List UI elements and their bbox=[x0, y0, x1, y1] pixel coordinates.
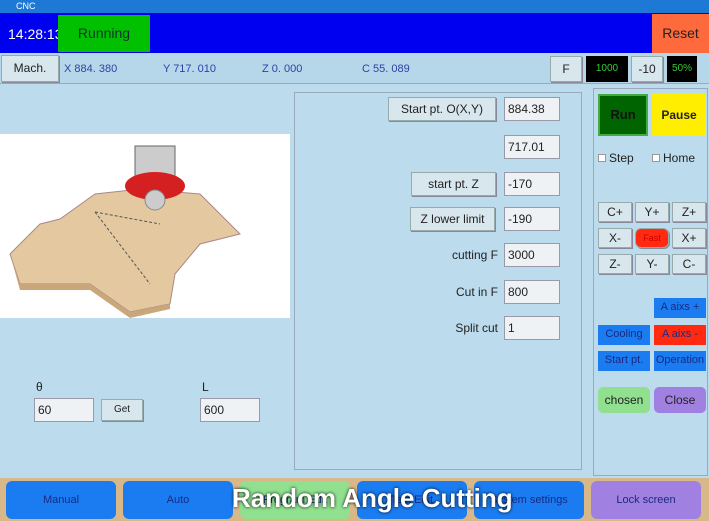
nav-tab[interactable]: Manual bbox=[6, 481, 116, 519]
step-label: Step bbox=[609, 151, 634, 165]
control-panel bbox=[593, 88, 708, 476]
param-input[interactable]: 1 bbox=[504, 316, 560, 340]
theta-label: θ bbox=[36, 380, 43, 394]
jog-button[interactable]: Z+ bbox=[672, 202, 706, 222]
checkbox-icon bbox=[598, 154, 606, 162]
nav-tab[interactable]: Auto bbox=[123, 481, 233, 519]
a-axis-minus-button[interactable]: A aixs - bbox=[654, 325, 706, 345]
param-label: Cut in F bbox=[455, 285, 498, 299]
machine-illustration bbox=[0, 134, 290, 318]
jog-button[interactable]: X- bbox=[598, 228, 632, 248]
start-pt-button[interactable]: Start pt. bbox=[598, 351, 650, 371]
chosen-button[interactable]: chosen bbox=[598, 387, 650, 413]
window-title: CNC bbox=[16, 1, 36, 11]
param-input[interactable]: 717.01 bbox=[504, 135, 560, 159]
close-button[interactable]: Close bbox=[654, 387, 706, 413]
operation-button[interactable]: Operation bbox=[654, 351, 706, 371]
jog-button[interactable]: Z- bbox=[598, 254, 632, 274]
param-label: Split cut bbox=[455, 321, 498, 335]
x-coord: X 884. 380 bbox=[64, 63, 118, 75]
y-coord: Y 717. 010 bbox=[163, 63, 217, 75]
f-button[interactable]: F bbox=[550, 56, 582, 82]
c-coord: C 55. 089 bbox=[362, 63, 410, 75]
step-button[interactable]: -10 bbox=[631, 56, 663, 82]
param-button[interactable]: start pt. Z bbox=[411, 172, 496, 196]
home-label: Home bbox=[663, 151, 696, 165]
param-input[interactable]: 3000 bbox=[504, 243, 560, 267]
param-button[interactable]: Start pt. O(X,Y) bbox=[388, 97, 496, 121]
l-input[interactable]: 600 bbox=[200, 398, 260, 422]
theta-input[interactable]: 60 bbox=[34, 398, 94, 422]
jog-button[interactable]: X+ bbox=[672, 228, 706, 248]
jog-button[interactable]: Fast bbox=[635, 228, 669, 248]
param-button[interactable]: Z lower limit bbox=[410, 207, 495, 231]
home-checkbox[interactable]: Home bbox=[652, 151, 695, 165]
override-percent: 50% bbox=[667, 56, 697, 82]
l-label: L bbox=[202, 380, 209, 394]
param-input[interactable]: -170 bbox=[504, 172, 560, 196]
get-button[interactable]: Get bbox=[101, 399, 143, 421]
jog-button[interactable]: Y- bbox=[635, 254, 669, 274]
param-input[interactable]: 884.38 bbox=[504, 97, 560, 121]
pause-button[interactable]: Pause bbox=[652, 94, 706, 136]
jog-button[interactable]: C- bbox=[672, 254, 706, 274]
jog-button[interactable]: C+ bbox=[598, 202, 632, 222]
nav-tab[interactable]: Lock screen bbox=[591, 481, 701, 519]
param-label: cutting F bbox=[451, 248, 498, 262]
clock: 14:28:13 bbox=[8, 26, 63, 42]
reset-button[interactable]: Reset bbox=[652, 14, 709, 53]
z-coord: Z 0. 000 bbox=[262, 63, 303, 75]
a-axis-plus-button[interactable]: A aixs + bbox=[654, 298, 706, 318]
mach-button[interactable]: Mach. bbox=[1, 55, 59, 82]
title-bar: CNC bbox=[0, 0, 709, 13]
param-input[interactable]: 800 bbox=[504, 280, 560, 304]
run-button[interactable]: Run bbox=[598, 94, 648, 136]
video-caption: Random Angle Cutting bbox=[232, 483, 513, 513]
checkbox-icon bbox=[652, 154, 660, 162]
cooling-button[interactable]: Cooling bbox=[598, 325, 650, 345]
status-badge: Running bbox=[58, 15, 150, 52]
step-checkbox[interactable]: Step bbox=[598, 151, 634, 165]
jog-button[interactable]: Y+ bbox=[635, 202, 669, 222]
feed-value: 1000 bbox=[586, 56, 628, 82]
param-input[interactable]: -190 bbox=[504, 207, 560, 231]
